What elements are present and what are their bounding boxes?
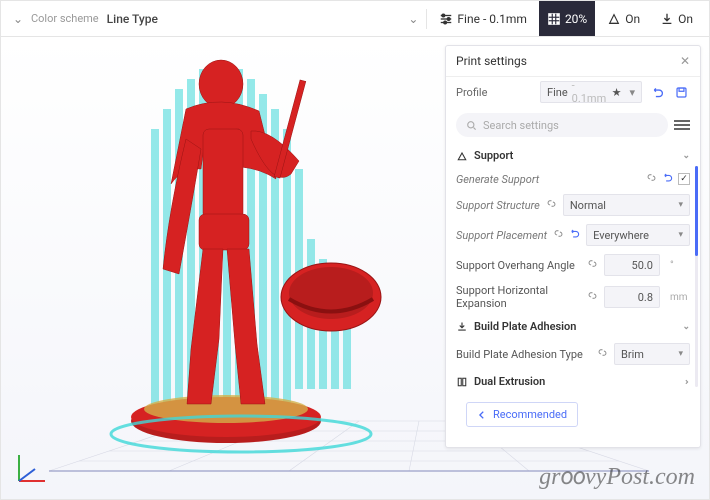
support-icon bbox=[456, 150, 468, 162]
degree-unit: ° bbox=[670, 260, 690, 271]
top-toolbar: ⌄ Color scheme Line Type ⌄ Fine - 0.1mm … bbox=[1, 1, 709, 37]
panel-header: Print settings ✕ bbox=[446, 46, 700, 77]
support-structure-value: Normal bbox=[570, 199, 606, 212]
horiz-expansion-value: 0.8 bbox=[638, 291, 653, 304]
chevron-down-icon: ⌄ bbox=[682, 151, 690, 161]
infill-label: 20% bbox=[565, 12, 587, 26]
dual-extrusion-icon bbox=[456, 376, 468, 388]
reset-profile-button[interactable] bbox=[648, 83, 666, 101]
mm-unit: mm bbox=[670, 292, 690, 303]
profile-dropdown[interactable]: Fine - 0.1mm ★ ▾ bbox=[540, 81, 642, 103]
infill-icon bbox=[547, 12, 561, 26]
divider bbox=[426, 9, 427, 29]
close-icon[interactable]: ✕ bbox=[680, 54, 690, 68]
overhang-angle-input[interactable]: 50.0 bbox=[604, 254, 660, 276]
section-support[interactable]: Support ⌄ bbox=[446, 143, 700, 168]
support-placement-row: Support Placement Everywhere ▾ bbox=[446, 220, 700, 250]
infill-selector[interactable]: 20% bbox=[539, 1, 595, 36]
search-icon bbox=[466, 120, 477, 131]
search-row: Search settings bbox=[446, 107, 700, 143]
chevron-down-icon: ▾ bbox=[678, 349, 683, 359]
recommended-label: Recommended bbox=[493, 408, 567, 421]
adhesion-type-label: Build Plate Adhesion Type bbox=[456, 348, 591, 361]
download-icon bbox=[660, 12, 674, 26]
chevron-down-icon: ⌄ bbox=[682, 322, 690, 332]
reset-icon[interactable] bbox=[569, 228, 580, 242]
adhesion-label: On bbox=[678, 12, 693, 26]
support-toggle[interactable]: On bbox=[599, 1, 648, 36]
recommended-button[interactable]: Recommended bbox=[466, 402, 578, 427]
link-icon[interactable] bbox=[546, 198, 557, 212]
horiz-expansion-input[interactable]: 0.8 bbox=[604, 286, 660, 308]
print-settings-panel: Print settings ✕ Profile Fine - 0.1mm ★ … bbox=[445, 45, 701, 448]
overhang-angle-value: 50.0 bbox=[632, 259, 653, 272]
profile-suffix: - 0.1mm bbox=[572, 79, 608, 105]
link-icon[interactable] bbox=[646, 172, 657, 186]
section-adhesion-title: Build Plate Adhesion bbox=[474, 320, 576, 333]
link-icon[interactable] bbox=[587, 258, 598, 272]
panel-title: Print settings bbox=[456, 54, 527, 68]
section-dual-extrusion[interactable]: Dual Extrusion ⌄ bbox=[446, 369, 700, 394]
support-placement-dropdown[interactable]: Everywhere ▾ bbox=[586, 224, 690, 246]
quality-selector[interactable]: Fine - 0.1mm bbox=[431, 1, 535, 36]
overhang-angle-row: Support Overhang Angle 50.0 ° bbox=[446, 250, 700, 280]
generate-support-checkbox[interactable]: ✓ bbox=[678, 173, 690, 185]
chevron-right-icon: ⌄ bbox=[681, 378, 691, 386]
sliders-icon bbox=[439, 12, 453, 26]
link-icon[interactable] bbox=[597, 347, 608, 361]
model-preview bbox=[91, 49, 411, 459]
section-adhesion[interactable]: Build Plate Adhesion ⌄ bbox=[446, 314, 700, 339]
adhesion-type-value: Brim bbox=[621, 348, 644, 361]
scrollbar-thumb[interactable] bbox=[695, 166, 698, 256]
profile-row: Profile Fine - 0.1mm ★ ▾ bbox=[446, 77, 700, 107]
link-icon[interactable] bbox=[553, 228, 564, 242]
section-support-title: Support bbox=[474, 149, 513, 162]
axes-gizmo bbox=[11, 449, 51, 489]
chevron-down-icon[interactable]: ⌄ bbox=[9, 12, 27, 26]
chevron-down-icon: ▾ bbox=[678, 230, 683, 240]
support-icon bbox=[607, 12, 621, 26]
profile-label: Profile bbox=[456, 86, 534, 99]
support-structure-row: Support Structure Normal ▾ bbox=[446, 190, 700, 220]
section-dual-extrusion-title: Dual Extrusion bbox=[474, 375, 545, 388]
overhang-angle-label: Support Overhang Angle bbox=[456, 259, 581, 272]
adhesion-type-row: Build Plate Adhesion Type Brim ▾ bbox=[446, 339, 700, 369]
support-label: On bbox=[625, 12, 640, 26]
search-input[interactable]: Search settings bbox=[456, 113, 668, 137]
color-scheme-value[interactable]: Line Type bbox=[107, 12, 158, 26]
adhesion-type-dropdown[interactable]: Brim ▾ bbox=[614, 343, 690, 365]
search-placeholder: Search settings bbox=[483, 119, 559, 132]
save-profile-button[interactable] bbox=[672, 83, 690, 101]
quality-label: Fine - 0.1mm bbox=[457, 12, 527, 26]
support-placement-value: Everywhere bbox=[593, 229, 649, 242]
support-structure-label: Support Structure bbox=[456, 199, 540, 212]
chevron-left-icon bbox=[477, 410, 487, 420]
save-icon bbox=[675, 86, 688, 99]
support-structure-dropdown[interactable]: Normal ▾ bbox=[563, 194, 690, 216]
horiz-expansion-label: Support Horizontal Expansion bbox=[456, 284, 581, 310]
color-scheme-label: Color scheme bbox=[31, 12, 99, 25]
horiz-expansion-row: Support Horizontal Expansion 0.8 mm bbox=[446, 280, 700, 314]
menu-icon[interactable] bbox=[674, 120, 690, 130]
chevron-down-icon[interactable]: ⌄ bbox=[404, 12, 422, 26]
generate-support-row: Generate Support ✓ bbox=[446, 168, 700, 190]
profile-value: Fine bbox=[547, 86, 568, 99]
chevron-down-icon: ▾ bbox=[678, 200, 683, 210]
reset-icon[interactable] bbox=[662, 172, 673, 186]
support-placement-label: Support Placement bbox=[456, 229, 547, 242]
download-icon bbox=[456, 321, 468, 333]
undo-icon bbox=[651, 86, 664, 99]
star-icon: ★ bbox=[612, 86, 622, 99]
chevron-down-icon: ▾ bbox=[629, 86, 635, 99]
adhesion-toggle[interactable]: On bbox=[652, 1, 701, 36]
link-icon[interactable] bbox=[587, 290, 598, 304]
generate-support-label: Generate Support bbox=[456, 173, 539, 186]
